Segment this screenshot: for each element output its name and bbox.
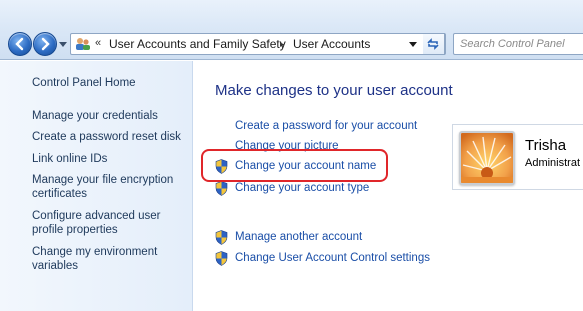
search-box[interactable]: Search Control Panel — [453, 33, 583, 55]
control-panel-home-link[interactable]: Control Panel Home — [32, 76, 187, 90]
user-accounts-icon — [76, 38, 90, 50]
uac-settings-link[interactable]: Change User Account Control settings — [235, 252, 430, 264]
user-name: Trisha — [525, 137, 567, 154]
uac-shield-icon — [215, 230, 228, 245]
breadcrumb-user-accounts-family-safety[interactable]: User Accounts and Family Safety — [109, 37, 286, 51]
left-nav-pane: Control Panel Home Manage your credentia… — [0, 61, 193, 311]
avatar[interactable] — [459, 131, 515, 185]
manage-credentials-link[interactable]: Manage your credentials — [32, 109, 187, 123]
navigation-bar: « User Accounts and Family Safety ▸ User… — [0, 0, 583, 60]
password-reset-disk-link[interactable]: Create a password reset disk — [32, 130, 187, 144]
refresh-button[interactable] — [423, 33, 445, 55]
breadcrumb-separator[interactable]: ▸ — [280, 39, 285, 50]
overflow-chevron[interactable]: « — [95, 37, 101, 49]
history-dropdown-icon[interactable] — [59, 40, 67, 48]
environment-variables-link[interactable]: Change my environment variables — [32, 245, 172, 273]
back-button[interactable] — [8, 32, 32, 56]
change-account-type-link[interactable]: Change your account type — [235, 182, 369, 194]
uac-shield-icon — [215, 181, 228, 196]
breadcrumb-user-accounts[interactable]: User Accounts — [293, 37, 370, 51]
search-placeholder: Search Control Panel — [460, 38, 565, 50]
link-online-ids-link[interactable]: Link online IDs — [32, 152, 187, 166]
forward-button[interactable] — [33, 32, 57, 56]
user-role: Administrat — [525, 157, 581, 169]
flower-picture-icon — [461, 133, 513, 183]
uac-shield-icon — [215, 251, 228, 266]
manage-another-account-link[interactable]: Manage another account — [235, 231, 362, 243]
page-title: Make changes to your user account — [215, 82, 453, 99]
refresh-icon — [427, 38, 439, 50]
highlight-annotation — [201, 149, 388, 182]
address-dropdown-icon[interactable] — [409, 40, 417, 48]
forward-arrow-icon — [41, 37, 50, 51]
back-arrow-icon — [15, 37, 24, 51]
advanced-profile-properties-link[interactable]: Configure advanced user profile properti… — [32, 209, 172, 237]
file-encryption-certificates-link[interactable]: Manage your file encryption certificates — [32, 173, 177, 201]
address-bar[interactable]: « User Accounts and Family Safety ▸ User… — [70, 33, 446, 55]
create-password-link[interactable]: Create a password for your account — [235, 120, 417, 132]
user-tile: Trisha Administrat — [452, 124, 583, 190]
